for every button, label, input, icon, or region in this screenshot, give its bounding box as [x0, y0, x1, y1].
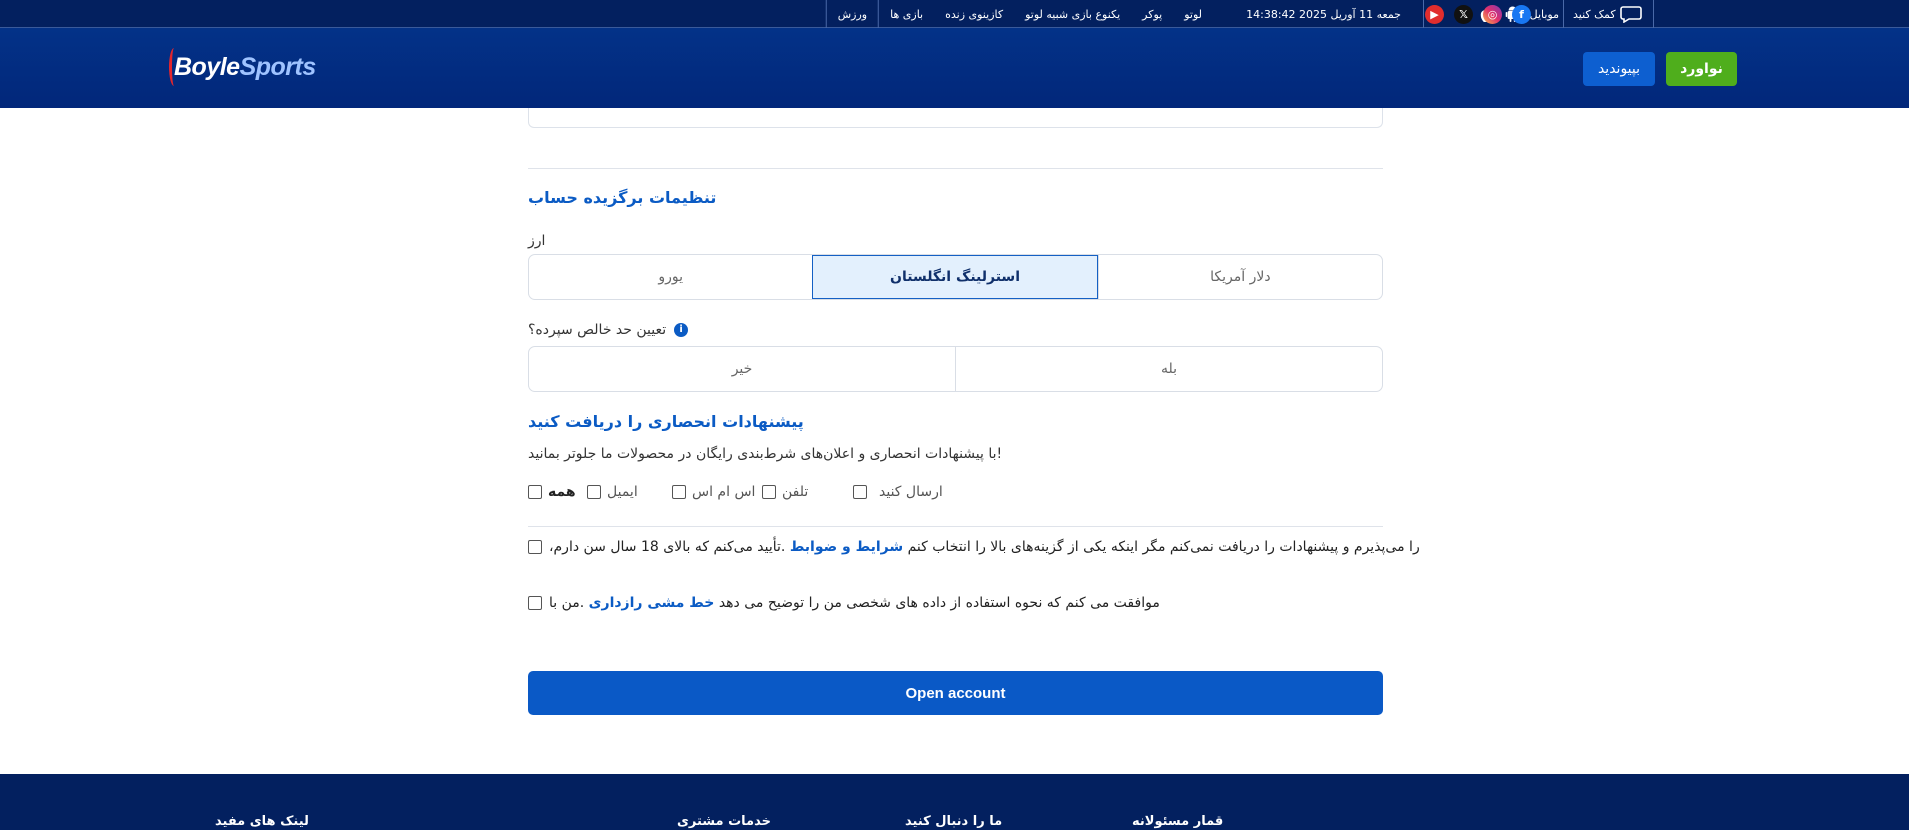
open-account-button[interactable]: Open account — [528, 671, 1383, 715]
currency-option-usd[interactable]: دلار آمریکا — [1097, 255, 1382, 299]
nav-lotto[interactable]: لوتو — [1173, 8, 1213, 21]
account-settings-title: تنظیمات برگزیده حساب — [528, 188, 717, 207]
deposit-option-yes[interactable]: بله — [955, 347, 1382, 391]
terms-checkbox[interactable] — [528, 540, 542, 554]
currency-option-eur[interactable]: یورو — [529, 255, 812, 299]
security-answer-input[interactable] — [528, 108, 1383, 128]
channel-phone[interactable]: تلفن — [762, 484, 808, 500]
boylesports-logo[interactable]: BoyleSports — [169, 48, 316, 86]
top-utility-bar: کمک کنید موبایل f ◎ 𝕏 ▶ جمعه 11 آوریل 20… — [0, 0, 1909, 28]
help-label: کمک کنید — [1573, 7, 1616, 21]
facebook-icon[interactable]: f — [1512, 4, 1531, 24]
offers-title: پیشنهادات انحصاری را دریافت کنید — [528, 412, 804, 431]
youtube-icon[interactable]: ▶ — [1425, 4, 1444, 24]
footer-heading-customer-service: خدمات مشتری — [677, 814, 771, 829]
section-divider — [528, 168, 1383, 169]
currency-option-gbp[interactable]: استرلینگ انگلستان — [812, 255, 1098, 299]
section-divider — [528, 526, 1383, 527]
currency-label: ارز — [528, 233, 546, 249]
deposit-limit-selector: بله خیر — [528, 346, 1383, 392]
footer-heading-useful-links: لینک های مفید — [215, 814, 309, 829]
top-nav: لوتو پوکر یکنوع بازی شبیه لوتو کازینوی ز… — [825, 0, 1213, 28]
help-link[interactable]: کمک کنید — [1562, 0, 1654, 28]
nav-games[interactable]: بازی ها — [879, 8, 934, 21]
channel-sms[interactable]: اس ام اس — [672, 484, 755, 500]
channel-email[interactable]: ایمیل — [587, 484, 638, 500]
instagram-icon[interactable]: ◎ — [1483, 4, 1502, 24]
footer: قمار مسئولانه ما را دنبال کنید خدمات مشت… — [0, 774, 1909, 830]
channel-post[interactable]: ارسال کنید — [853, 484, 943, 500]
nav-bingo[interactable]: یکنوع بازی شبیه لوتو — [1014, 8, 1131, 21]
join-button[interactable]: بپیوندید — [1583, 52, 1655, 86]
footer-heading-follow-us: ما را دنبال کنید — [905, 814, 1003, 829]
offers-description: !با پیشنهادات انحصاری و اعلان‌های شرط‌بن… — [528, 446, 1003, 462]
channel-all[interactable]: همه — [528, 484, 576, 500]
main-header: BoyleSports بپیوندید نواورد — [0, 28, 1909, 108]
datetime: جمعه 11 آوریل 2025 14:38:42 — [1246, 7, 1401, 21]
checkbox[interactable] — [762, 485, 776, 499]
terms-consent: را می‌پذیرم و پیشنهادات را دریافت نمی‌کن… — [528, 539, 1420, 555]
login-button[interactable]: نواورد — [1666, 52, 1737, 86]
nav-sports[interactable]: ورزش — [827, 8, 878, 21]
checkbox[interactable] — [853, 485, 867, 499]
privacy-consent: موافقت می کنم که نحوه استفاده از داده ها… — [528, 595, 1160, 611]
checkbox[interactable] — [528, 485, 542, 499]
privacy-policy-link[interactable]: خط مشی رازداری — [589, 595, 715, 611]
chat-bubble-icon — [1619, 6, 1642, 23]
deposit-option-no[interactable]: خیر — [529, 347, 955, 391]
privacy-checkbox[interactable] — [528, 596, 542, 610]
nav-live-casino[interactable]: کازینوی زنده — [934, 8, 1014, 21]
checkbox[interactable] — [587, 485, 601, 499]
deposit-limit-label: تعیین حد خالص سپرده؟ i — [528, 322, 689, 338]
x-icon[interactable]: 𝕏 — [1454, 4, 1473, 24]
footer-heading-responsible-gambling: قمار مسئولانه — [1132, 814, 1224, 829]
checkbox[interactable] — [672, 485, 686, 499]
nav-poker[interactable]: پوکر — [1131, 8, 1173, 21]
info-icon[interactable]: i — [674, 323, 689, 337]
terms-link[interactable]: شرایط و ضوابط — [790, 539, 903, 555]
currency-selector: دلار آمریکا استرلینگ انگلستان یورو — [528, 254, 1383, 300]
